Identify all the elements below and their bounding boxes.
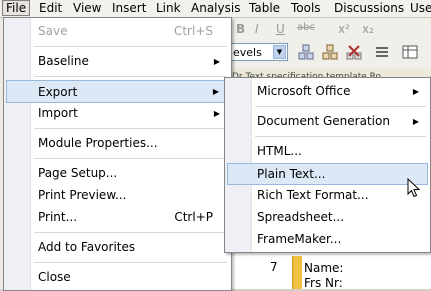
export-submenu: Microsoft Office ▶ Document Generation ▶ H… (224, 77, 431, 253)
menu-discussions[interactable]: Discussions (331, 0, 407, 17)
menu-item-spreadsheet[interactable]: Spreadsheet... (227, 207, 428, 228)
menu-item-rich-text-format[interactable]: Rich Text Format... (227, 185, 428, 206)
cell-text[interactable]: Frs Nr: (304, 276, 343, 290)
menu-edit[interactable]: Edit (36, 0, 65, 17)
levels-combo[interactable]: evels ▼ (230, 43, 288, 61)
menu-item-print[interactable]: Print... Ctrl+P (6, 207, 229, 228)
menu-item-module-properties[interactable]: Module Properties... (6, 133, 229, 154)
menu-separator (34, 262, 227, 263)
menu-view[interactable]: View (70, 0, 104, 17)
menu-separator (34, 232, 227, 233)
subscript-button[interactable]: x₂ (362, 22, 374, 36)
chevron-down-icon[interactable]: ▼ (273, 45, 286, 59)
menu-separator (255, 136, 426, 137)
strikethrough-button[interactable]: abc (297, 22, 315, 33)
delete-object-icon[interactable] (346, 44, 362, 60)
menu-analysis[interactable]: Analysis (188, 0, 243, 17)
menu-separator (34, 128, 227, 129)
cell-text[interactable]: Name: (304, 261, 343, 275)
menu-table[interactable]: Table (246, 0, 283, 17)
chevron-right-icon: ▶ (412, 87, 419, 96)
chevron-right-icon: ▶ (213, 109, 220, 118)
insert-object-icon[interactable] (298, 44, 314, 60)
menu-item-print-preview[interactable]: Print Preview... (6, 185, 229, 206)
menu-item-html[interactable]: HTML... (227, 141, 428, 162)
menu-bar: File Edit View Insert Link Analysis Tabl… (0, 0, 431, 18)
menu-file[interactable]: File (2, 0, 31, 16)
menu-item-baseline[interactable]: Baseline ▶ (6, 51, 229, 72)
menu-item-document-generation[interactable]: Document Generation ▶ (227, 111, 428, 132)
chevron-right-icon: ▶ (213, 57, 220, 66)
menu-tools[interactable]: Tools (288, 0, 324, 17)
file-menu: Save Ctrl+S Baseline ▶ Export ▶ Import ▶ Mod… (3, 17, 232, 291)
menu-separator (34, 158, 227, 159)
menu-user[interactable]: User (407, 0, 431, 17)
menu-insert[interactable]: Insert (109, 0, 149, 17)
menu-item-close[interactable]: Close (6, 267, 229, 288)
menu-item-plain-text[interactable]: Plain Text... (227, 163, 428, 185)
menu-item-export[interactable]: Export ▶ (6, 80, 229, 103)
menu-item-microsoft-office[interactable]: Microsoft Office ▶ (227, 81, 428, 102)
menu-separator (34, 46, 227, 47)
chevron-right-icon: ▶ (212, 87, 219, 96)
levels-combo-value: evels (233, 46, 262, 59)
menu-separator (255, 106, 426, 107)
menu-item-import[interactable]: Import ▶ (6, 103, 229, 124)
menu-separator (34, 76, 227, 77)
insert-link-icon[interactable] (322, 44, 338, 60)
menu-link[interactable]: Link (153, 0, 184, 17)
bold-button[interactable]: B (236, 22, 245, 36)
mouse-pointer-icon (407, 178, 421, 198)
italic-button[interactable]: I (255, 22, 259, 36)
menu-item-save[interactable]: Save Ctrl+S (6, 21, 229, 42)
row-number: 7 (270, 260, 278, 274)
rows-icon[interactable] (374, 44, 390, 60)
menu-item-add-to-favorites[interactable]: Add to Favorites (6, 237, 229, 258)
menu-item-framemaker[interactable]: FrameMaker... (227, 229, 428, 250)
menu-item-page-setup[interactable]: Page Setup... (6, 163, 229, 184)
chevron-right-icon: ▶ (412, 117, 419, 126)
object-marker (292, 256, 302, 289)
underline-button[interactable]: U (276, 22, 285, 36)
superscript-button[interactable]: x² (338, 22, 350, 36)
columns-icon[interactable] (402, 44, 418, 60)
